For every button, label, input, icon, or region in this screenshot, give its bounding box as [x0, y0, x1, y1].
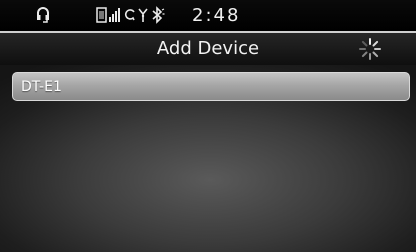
reception-icon — [137, 3, 149, 27]
headset-icon — [36, 3, 50, 27]
clock: 2:48 — [192, 4, 241, 26]
device-list: DT-E1 — [12, 72, 412, 101]
title-bar: Add Device — [0, 33, 416, 65]
bluetooth-icon — [151, 3, 165, 27]
ring-icon — [124, 3, 136, 27]
phone-signal-icon — [96, 3, 122, 27]
bluetooth-add-device-screen: 2:48 Add Device DT-E1 — [0, 0, 416, 252]
loading-spinner-icon — [358, 37, 382, 61]
page-title: Add Device — [156, 38, 260, 59]
device-name: DT-E1 — [21, 78, 62, 95]
device-list-item[interactable]: DT-E1 — [12, 72, 410, 101]
status-bar: 2:48 — [0, 0, 416, 33]
